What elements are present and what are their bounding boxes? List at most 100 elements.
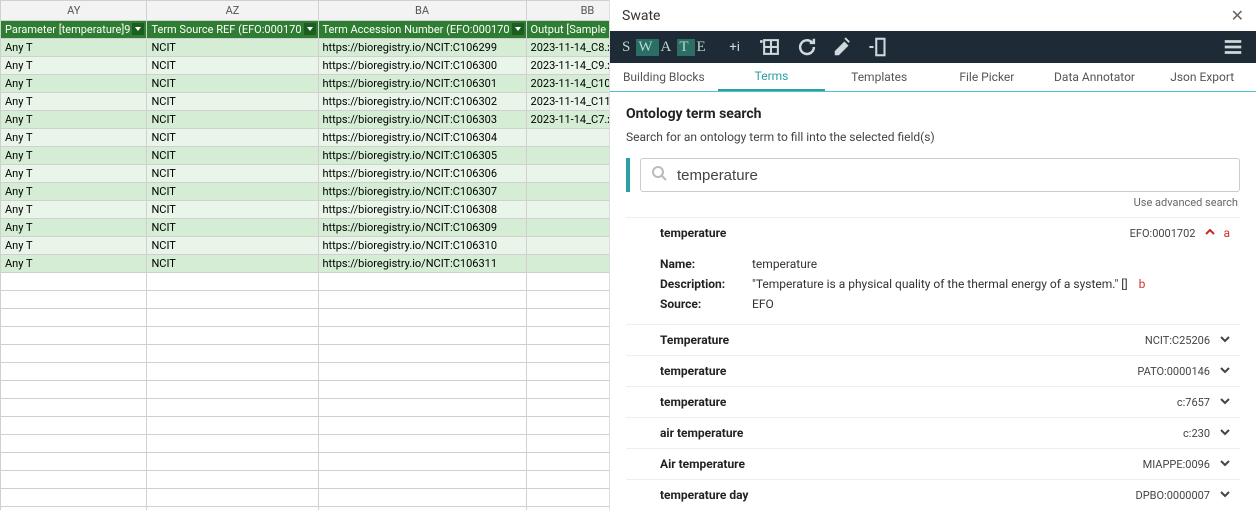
cell[interactable]: https://bioregistry.io/NCIT:C106302 <box>318 93 526 111</box>
cell[interactable] <box>526 201 610 219</box>
tab-templates[interactable]: Templates <box>825 63 933 91</box>
cell[interactable]: 2023-11-14_C8.xlsx <box>526 39 610 57</box>
tab-json-export[interactable]: Json Export <box>1148 63 1256 91</box>
edit-icon[interactable] <box>832 36 854 58</box>
cell[interactable]: Any T <box>1 237 147 255</box>
table-row[interactable]: Any TNCIThttps://bioregistry.io/NCIT:C10… <box>1 93 611 111</box>
cell[interactable]: NCIT <box>147 165 318 183</box>
table-row[interactable]: Any TNCIThttps://bioregistry.io/NCIT:C10… <box>1 201 611 219</box>
column-header[interactable]: BB <box>526 1 610 21</box>
filter-dropdown-icon[interactable] <box>132 23 144 35</box>
search-input[interactable] <box>677 167 1229 184</box>
column-header[interactable]: BA <box>318 1 526 21</box>
result-row[interactable]: Air temperatureMIAPPE:0096 <box>626 449 1240 479</box>
menu-icon[interactable] <box>1222 36 1244 58</box>
table-row[interactable]: Any TNCIThttps://bioregistry.io/NCIT:C10… <box>1 219 611 237</box>
table-row[interactable]: Any TNCIThttps://bioregistry.io/NCIT:C10… <box>1 111 611 129</box>
cell[interactable]: https://bioregistry.io/NCIT:C106311 <box>318 255 526 273</box>
table-row[interactable]: Any TNCIThttps://bioregistry.io/NCIT:C10… <box>1 147 611 165</box>
tab-data-annotator[interactable]: Data Annotator <box>1041 63 1149 91</box>
cell[interactable]: NCIT <box>147 183 318 201</box>
cell[interactable] <box>526 129 610 147</box>
table-header-cell[interactable]: Term Accession Number (EFO:000170 <box>318 21 526 39</box>
section-title: Ontology term search <box>626 106 1240 122</box>
cell[interactable]: NCIT <box>147 237 318 255</box>
cell[interactable]: 2023-11-14_C9.xlsx <box>526 57 610 75</box>
result-row[interactable]: air temperaturec:230 <box>626 418 1240 448</box>
cell[interactable]: https://bioregistry.io/NCIT:C106309 <box>318 219 526 237</box>
table-header-cell[interactable]: Parameter [temperature]9 <box>1 21 147 39</box>
cell[interactable]: NCIT <box>147 219 318 237</box>
cell[interactable]: Any T <box>1 111 147 129</box>
cell[interactable]: NCIT <box>147 111 318 129</box>
result-row[interactable]: TemperatureNCIT:C25206 <box>626 325 1240 355</box>
spreadsheet[interactable]: AYAZBABBBC Parameter [temperature]9Term … <box>0 0 610 510</box>
remove-column-icon[interactable] <box>868 36 890 58</box>
cell[interactable] <box>526 165 610 183</box>
cell[interactable]: NCIT <box>147 75 318 93</box>
cell[interactable]: 2023-11-14_C7.xlsx <box>526 111 610 129</box>
cell[interactable] <box>526 147 610 165</box>
cell[interactable] <box>526 255 610 273</box>
result-row[interactable]: temperature dayDPBO:0000007 <box>626 480 1240 510</box>
tab-building-blocks[interactable]: Building Blocks <box>610 63 718 91</box>
advanced-search-link[interactable]: Use advanced search <box>626 196 1238 209</box>
table-row[interactable]: Any TNCIThttps://bioregistry.io/NCIT:C10… <box>1 39 611 57</box>
cell[interactable]: Any T <box>1 93 147 111</box>
cell[interactable] <box>526 183 610 201</box>
add-table-icon[interactable] <box>760 36 782 58</box>
cell[interactable]: https://bioregistry.io/NCIT:C106299 <box>318 39 526 57</box>
cell[interactable]: Any T <box>1 147 147 165</box>
column-header[interactable]: AY <box>1 1 147 21</box>
result-row[interactable]: temperaturePATO:0000146 <box>626 356 1240 386</box>
cell[interactable]: Any T <box>1 129 147 147</box>
cell[interactable]: Any T <box>1 57 147 75</box>
cell[interactable] <box>526 237 610 255</box>
cell[interactable]: https://bioregistry.io/NCIT:C106306 <box>318 165 526 183</box>
cell[interactable]: NCIT <box>147 57 318 75</box>
table-header-cell[interactable]: Term Source REF (EFO:000170 <box>147 21 318 39</box>
cell[interactable]: Any T <box>1 75 147 93</box>
tab-terms[interactable]: Terms <box>718 63 826 91</box>
result-row-expanded[interactable]: temperature EFO:0001702 a <box>626 218 1240 248</box>
cell[interactable]: https://bioregistry.io/NCIT:C106300 <box>318 57 526 75</box>
cell[interactable]: Any T <box>1 165 147 183</box>
filter-dropdown-icon[interactable] <box>304 23 316 35</box>
cell[interactable]: NCIT <box>147 147 318 165</box>
cell[interactable]: 2023-11-14_C10.xlsx <box>526 75 610 93</box>
cell[interactable]: Any T <box>1 39 147 57</box>
cell[interactable]: https://bioregistry.io/NCIT:C106307 <box>318 183 526 201</box>
cell[interactable]: https://bioregistry.io/NCIT:C106303 <box>318 111 526 129</box>
cell[interactable]: NCIT <box>147 201 318 219</box>
cell[interactable]: https://bioregistry.io/NCIT:C106310 <box>318 237 526 255</box>
cell[interactable]: NCIT <box>147 93 318 111</box>
filter-dropdown-icon[interactable] <box>512 23 524 35</box>
tab-file-picker[interactable]: File Picker <box>933 63 1041 91</box>
cell[interactable]: Any T <box>1 183 147 201</box>
table-row[interactable]: Any TNCIThttps://bioregistry.io/NCIT:C10… <box>1 183 611 201</box>
cell[interactable]: NCIT <box>147 39 318 57</box>
cell[interactable]: https://bioregistry.io/NCIT:C106305 <box>318 147 526 165</box>
table-row[interactable]: Any TNCIThttps://bioregistry.io/NCIT:C10… <box>1 75 611 93</box>
table-row[interactable]: Any TNCIThttps://bioregistry.io/NCIT:C10… <box>1 57 611 75</box>
cell[interactable]: Any T <box>1 219 147 237</box>
cell[interactable]: Any T <box>1 255 147 273</box>
cell[interactable]: https://bioregistry.io/NCIT:C106304 <box>318 129 526 147</box>
table-header-cell[interactable]: Output [Sample Nam <box>526 21 610 39</box>
column-header[interactable]: AZ <box>147 1 318 21</box>
cell[interactable]: https://bioregistry.io/NCIT:C106301 <box>318 75 526 93</box>
table-row[interactable]: Any TNCIThttps://bioregistry.io/NCIT:C10… <box>1 255 611 273</box>
table-row[interactable]: Any TNCIThttps://bioregistry.io/NCIT:C10… <box>1 237 611 255</box>
add-i-icon[interactable]: +i <box>724 36 746 58</box>
table-row[interactable]: Any TNCIThttps://bioregistry.io/NCIT:C10… <box>1 129 611 147</box>
cell[interactable] <box>526 219 610 237</box>
cell[interactable]: https://bioregistry.io/NCIT:C106308 <box>318 201 526 219</box>
result-row[interactable]: temperaturec:7657 <box>626 387 1240 417</box>
refresh-icon[interactable] <box>796 36 818 58</box>
table-row[interactable]: Any TNCIThttps://bioregistry.io/NCIT:C10… <box>1 165 611 183</box>
cell[interactable]: 2023-11-14_C11.xlsx <box>526 93 610 111</box>
close-icon[interactable]: ✕ <box>1231 6 1244 25</box>
cell[interactable]: NCIT <box>147 129 318 147</box>
cell[interactable]: NCIT <box>147 255 318 273</box>
cell[interactable]: Any T <box>1 201 147 219</box>
